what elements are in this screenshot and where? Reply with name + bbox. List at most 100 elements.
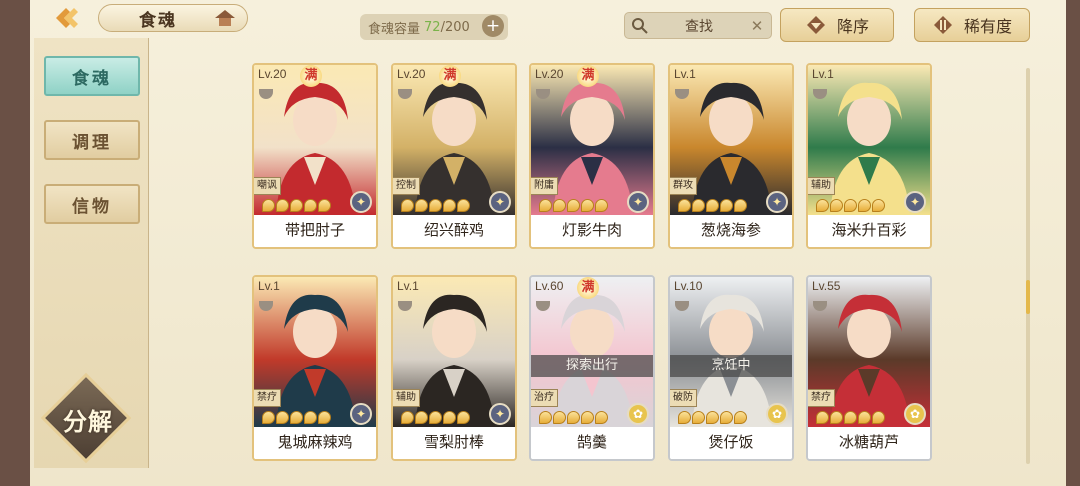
- back-arrow-icon: [56, 8, 78, 28]
- role-badge: 附庸: [531, 177, 558, 195]
- search-box[interactable]: 查找 ✕: [624, 12, 772, 39]
- star-icon: [457, 411, 470, 424]
- food-soul-name: 带把肘子: [254, 215, 376, 247]
- star-icon: [401, 411, 414, 424]
- star-icon: [581, 411, 594, 424]
- star-icon: [553, 411, 566, 424]
- food-soul-card[interactable]: Lv.1 辅助 ✦ 雪梨肘棒: [391, 275, 517, 461]
- home-icon[interactable]: [214, 8, 236, 28]
- star-icon: [443, 411, 456, 424]
- max-level-badge: 满: [300, 65, 322, 87]
- sidebar-tab-token[interactable]: 信物: [44, 184, 140, 224]
- food-soul-card[interactable]: Lv.1 辅助 ✦ 海米升百彩: [806, 63, 932, 249]
- level-label: Lv.1: [258, 279, 280, 293]
- scrollbar-track[interactable]: [1026, 68, 1030, 464]
- rarity-icon: [933, 16, 952, 34]
- food-soul-card[interactable]: Lv.20 满附庸 ✦ 灯影牛肉: [529, 63, 655, 249]
- star-icon: [706, 411, 719, 424]
- star-icon: [429, 199, 442, 212]
- scrollbar-thumb[interactable]: [1026, 280, 1030, 314]
- food-soul-card[interactable]: Lv.1 群攻 ✦ 葱烧海参: [668, 63, 794, 249]
- sidebar-tab-conditioning[interactable]: 调理: [44, 120, 140, 160]
- role-badge: 禁疗: [254, 389, 281, 407]
- rarity-stars: [678, 199, 747, 213]
- rarity-stars: [539, 411, 608, 425]
- moon-icon: ✦: [350, 403, 372, 425]
- star-icon: [816, 411, 829, 424]
- star-icon: [706, 199, 719, 212]
- status-overlay: 探索出行: [531, 355, 653, 377]
- sidebar-tab-food-soul[interactable]: 食魂: [44, 56, 140, 96]
- star-icon: [429, 411, 442, 424]
- back-button[interactable]: [40, 4, 94, 32]
- star-icon: [415, 411, 428, 424]
- sidebar-tab-label: 信物: [72, 196, 112, 217]
- star-icon: [734, 411, 747, 424]
- role-badge: 禁疗: [808, 389, 835, 407]
- rarity-stars: [262, 411, 331, 425]
- star-icon: [830, 411, 843, 424]
- star-icon: [415, 199, 428, 212]
- moon-icon: ✦: [489, 403, 511, 425]
- star-icon: [304, 411, 317, 424]
- star-icon: [553, 199, 566, 212]
- food-soul-card[interactable]: Lv.1 禁疗 ✦ 鬼城麻辣鸡: [252, 275, 378, 461]
- level-label: Lv.60: [535, 279, 564, 293]
- rarity-stars: [678, 411, 747, 425]
- star-icon: [304, 199, 317, 212]
- role-badge: 辅助: [393, 389, 420, 407]
- role-badge: 辅助: [808, 177, 835, 195]
- level-label: Lv.10: [674, 279, 703, 293]
- star-icon: [844, 199, 857, 212]
- star-icon: [567, 199, 580, 212]
- search-icon: [632, 17, 648, 34]
- clear-icon[interactable]: ✕: [749, 18, 765, 34]
- moon-icon: ✦: [489, 191, 511, 213]
- capacity-current: 72: [424, 19, 441, 35]
- food-soul-card[interactable]: Lv.20 满控制 ✦ 绍兴醉鸡: [391, 63, 517, 249]
- max-level-badge: 满: [577, 277, 599, 299]
- rarity-stars: [401, 199, 470, 213]
- star-icon: [262, 199, 275, 212]
- star-icon: [595, 199, 608, 212]
- role-badge: 群攻: [670, 177, 697, 195]
- star-icon: [595, 411, 608, 424]
- star-icon: [290, 411, 303, 424]
- max-level-badge: 满: [577, 65, 599, 87]
- level-label: Lv.20: [535, 67, 564, 81]
- decompose-button[interactable]: 分解: [40, 372, 132, 464]
- star-icon: [844, 411, 857, 424]
- star-icon: [858, 411, 871, 424]
- star-icon: [539, 411, 552, 424]
- rarity-stars: [816, 199, 885, 213]
- level-label: Lv.20: [397, 67, 426, 81]
- star-icon: [872, 411, 885, 424]
- star-icon: [581, 199, 594, 212]
- star-icon: [401, 199, 414, 212]
- sidebar-tab-label: 食魂: [72, 68, 112, 89]
- rarity-stars: [816, 411, 885, 425]
- capacity-label: 食魂容量: [368, 21, 421, 37]
- capacity-max: /200: [440, 19, 470, 35]
- star-icon: [858, 199, 871, 212]
- role-badge: 嘲讽: [254, 177, 281, 195]
- star-icon: [816, 199, 829, 212]
- food-soul-name: 灯影牛肉: [531, 215, 653, 247]
- add-capacity-button[interactable]: +: [482, 15, 504, 37]
- moon-icon: ✦: [350, 191, 372, 213]
- sort-rarity-button[interactable]: 稀有度: [914, 8, 1030, 42]
- role-badge: 控制: [393, 177, 420, 195]
- food-soul-card[interactable]: Lv.10 烹饪中 破防 ✿ 煲仔饭: [668, 275, 794, 461]
- food-soul-card[interactable]: Lv.60 满探索出行 治疗 ✿ 鹄羹: [529, 275, 655, 461]
- food-soul-name: 葱烧海参: [670, 215, 792, 247]
- sun-icon: ✿: [904, 403, 926, 425]
- status-overlay: 烹饪中: [670, 355, 792, 377]
- star-icon: [872, 199, 885, 212]
- max-level-badge: 满: [439, 65, 461, 87]
- food-soul-card[interactable]: Lv.55 禁疗 ✿ 冰糖葫芦: [806, 275, 932, 461]
- sort-order-button[interactable]: 降序: [780, 8, 894, 42]
- food-soul-card[interactable]: Lv.20 满嘲讽 ✦ 带把肘子: [252, 63, 378, 249]
- rarity-stars: [401, 411, 470, 425]
- star-icon: [539, 199, 552, 212]
- food-soul-name: 煲仔饭: [670, 427, 792, 459]
